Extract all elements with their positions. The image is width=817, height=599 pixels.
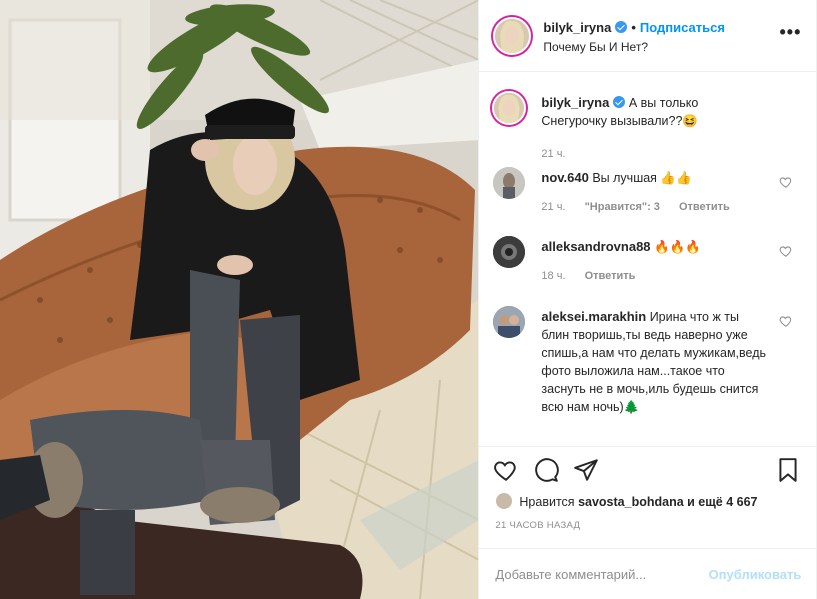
comment-meta: 21 ч. "Нравится": 3 Ответить [541,201,745,213]
reply-button[interactable]: Ответить [679,201,730,213]
post-actions [479,446,817,490]
comment-time[interactable]: 21 ч. [541,201,565,213]
comment-text-block: aleksei.marakhin Ирина что ж ты блин тво… [541,308,766,416]
comment-meta: 18 ч. Ответить [541,270,651,282]
comment-username[interactable]: aleksei.marakhin [541,309,646,324]
verified-badge-icon [613,96,626,108]
post-photo[interactable] [0,0,479,599]
caption-time[interactable]: 21 ч. [541,148,565,160]
post-location[interactable]: Почему Бы И Нет? [543,40,648,54]
comment-input[interactable] [495,563,706,585]
author-username[interactable]: bilyk_iryna [543,20,611,35]
share-paper-plane-icon[interactable] [573,457,599,483]
post-sidebar: bilyk_iryna • Подписаться Почему Бы И Нет?… [478,0,817,599]
comment-avatar[interactable] [493,236,526,268]
post-header: bilyk_iryna • Подписаться Почему Бы И Нет?… [479,0,817,72]
comment-like-heart-icon[interactable] [779,314,793,328]
caption-username[interactable]: bilyk_iryna [541,95,609,110]
comments-list[interactable]: bilyk_iryna А вы только Снегурочку вызыв… [479,73,817,445]
reply-button[interactable]: Ответить [585,270,636,282]
photo-illustration [0,0,479,599]
post-time-ago[interactable]: 21 часов назад [495,520,580,531]
caption-meta: 21 ч. [541,148,581,160]
comment-likes[interactable]: "Нравится": 3 [585,201,660,213]
comment-text-block: alleksandrovna88 🔥🔥🔥 [541,238,766,256]
comment-avatar[interactable] [493,306,526,338]
author-avatar[interactable] [493,17,532,55]
more-options-icon[interactable]: ••• [780,22,802,43]
comment-text: Ирина что ж ты блин творишь,ты ведь наве… [541,310,767,414]
instagram-post: bilyk_iryna • Подписаться Почему Бы И Нет?… [0,0,817,599]
verified-badge-icon [615,21,628,33]
save-bookmark-icon[interactable] [775,457,801,483]
caption-avatar[interactable] [492,91,527,125]
liked-by: Нравится savosta_bohdana и ещё 4 667 [495,492,758,510]
comment-bubble-icon[interactable] [533,457,560,483]
add-comment-bar: Опубликовать [479,548,817,599]
publish-button[interactable]: Опубликовать [709,567,802,582]
follow-button[interactable]: Подписаться [640,20,725,35]
comment-text: Вы лучшая 👍👍 [592,171,692,185]
separator-dot: • [631,20,636,35]
comment-time[interactable]: 18 ч. [541,270,565,282]
liker-avatar[interactable] [495,492,514,510]
comment-like-heart-icon[interactable] [779,175,793,189]
caption-text-block: bilyk_iryna А вы только Снегурочку вызыв… [541,94,731,130]
like-heart-icon[interactable] [493,457,519,483]
comment-like-heart-icon[interactable] [779,244,793,258]
comment-username[interactable]: alleksandrovna88 [541,239,650,254]
comment-username[interactable]: nov.640 [541,170,588,185]
liker-username[interactable]: savosta_bohdana [578,495,684,509]
liked-by-prefix: Нравится [519,495,575,509]
comment-text: 🔥🔥🔥 [654,240,701,254]
comment-text-block: nov.640 Вы лучшая 👍👍 [541,169,766,187]
likes-count[interactable]: и ещё 4 667 [687,495,757,509]
author-username-row: bilyk_iryna • Подписаться [543,20,725,35]
comment-avatar[interactable] [493,167,526,199]
